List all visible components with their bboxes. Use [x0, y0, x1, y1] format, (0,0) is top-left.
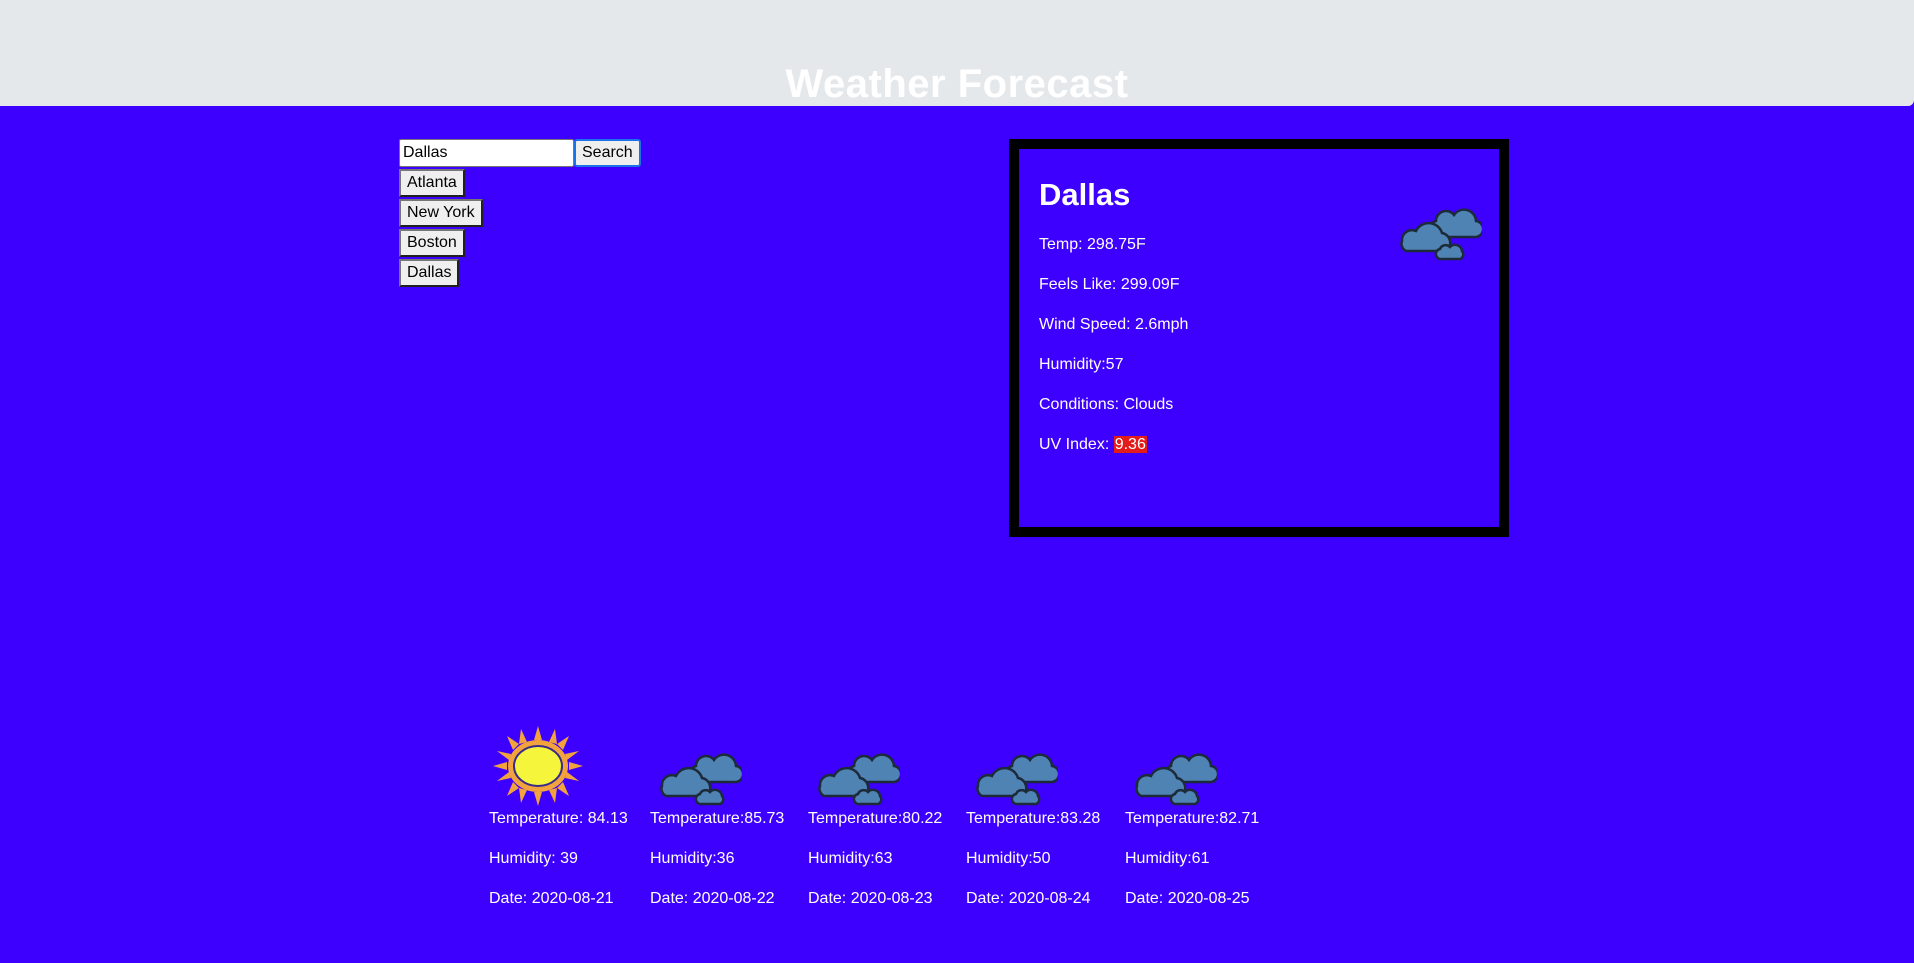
current-feels-like: Feels Like: 299.09F — [1039, 276, 1180, 293]
current-wind-speed: Wind Speed: 2.6mph — [1039, 316, 1189, 333]
forecast-temp: Temperature: 84.13 — [489, 810, 628, 827]
forecast-humidity: Humidity: 39 — [489, 850, 578, 867]
forecast-date: Date: 2020-08-24 — [966, 890, 1091, 907]
forecast-date: Date: 2020-08-23 — [808, 890, 933, 907]
page-title: Weather Forecast — [785, 62, 1129, 106]
forecast-date: Date: 2020-08-22 — [650, 890, 775, 907]
forecast-humidity: Humidity:50 — [966, 850, 1051, 867]
search-button[interactable]: Search — [574, 139, 641, 167]
search-bar: Search — [399, 139, 641, 167]
current-weather-card: Dallas Temp: 298.75F Feels Like: 299.09F… — [1009, 139, 1509, 537]
current-conditions: Conditions: Clouds — [1039, 396, 1174, 413]
current-humidity: Humidity:57 — [1039, 356, 1124, 373]
current-city-name: Dallas — [1039, 177, 1131, 212]
search-panel: Search Atlanta New York Boston Dallas — [399, 139, 641, 287]
search-input[interactable] — [399, 139, 574, 167]
forecast-date: Date: 2020-08-25 — [1125, 890, 1250, 907]
history-city-button[interactable]: Dallas — [399, 259, 460, 287]
forecast-temp: Temperature:82.71 — [1125, 810, 1260, 827]
forecast-date: Date: 2020-08-21 — [489, 890, 614, 907]
current-details: Temp: 298.75F Feels Like: 299.09F Wind S… — [1039, 235, 1188, 475]
forecast-temp: Temperature:80.22 — [808, 810, 943, 827]
uv-value-badge: 9.36 — [1113, 436, 1147, 453]
current-temp: Temp: 298.75F — [1039, 236, 1146, 253]
history-city-button[interactable]: Boston — [399, 229, 465, 257]
forecast-temp: Temperature:83.28 — [966, 810, 1101, 827]
history-city-button[interactable]: Atlanta — [399, 169, 465, 197]
current-uv-index: UV Index: 9.36 — [1039, 435, 1188, 475]
forecast-humidity: Humidity:61 — [1125, 850, 1210, 867]
history-city-button[interactable]: New York — [399, 199, 483, 227]
page-header: Weather Forecast — [0, 0, 1914, 106]
clouds-icon — [1396, 197, 1485, 266]
forecast-humidity: Humidity:36 — [650, 850, 735, 867]
forecast-temp: Temperature:85.73 — [650, 810, 785, 827]
forecast-humidity: Humidity:63 — [808, 850, 893, 867]
search-history: Atlanta New York Boston Dallas — [399, 169, 641, 287]
uv-label: UV Index: — [1039, 436, 1114, 453]
